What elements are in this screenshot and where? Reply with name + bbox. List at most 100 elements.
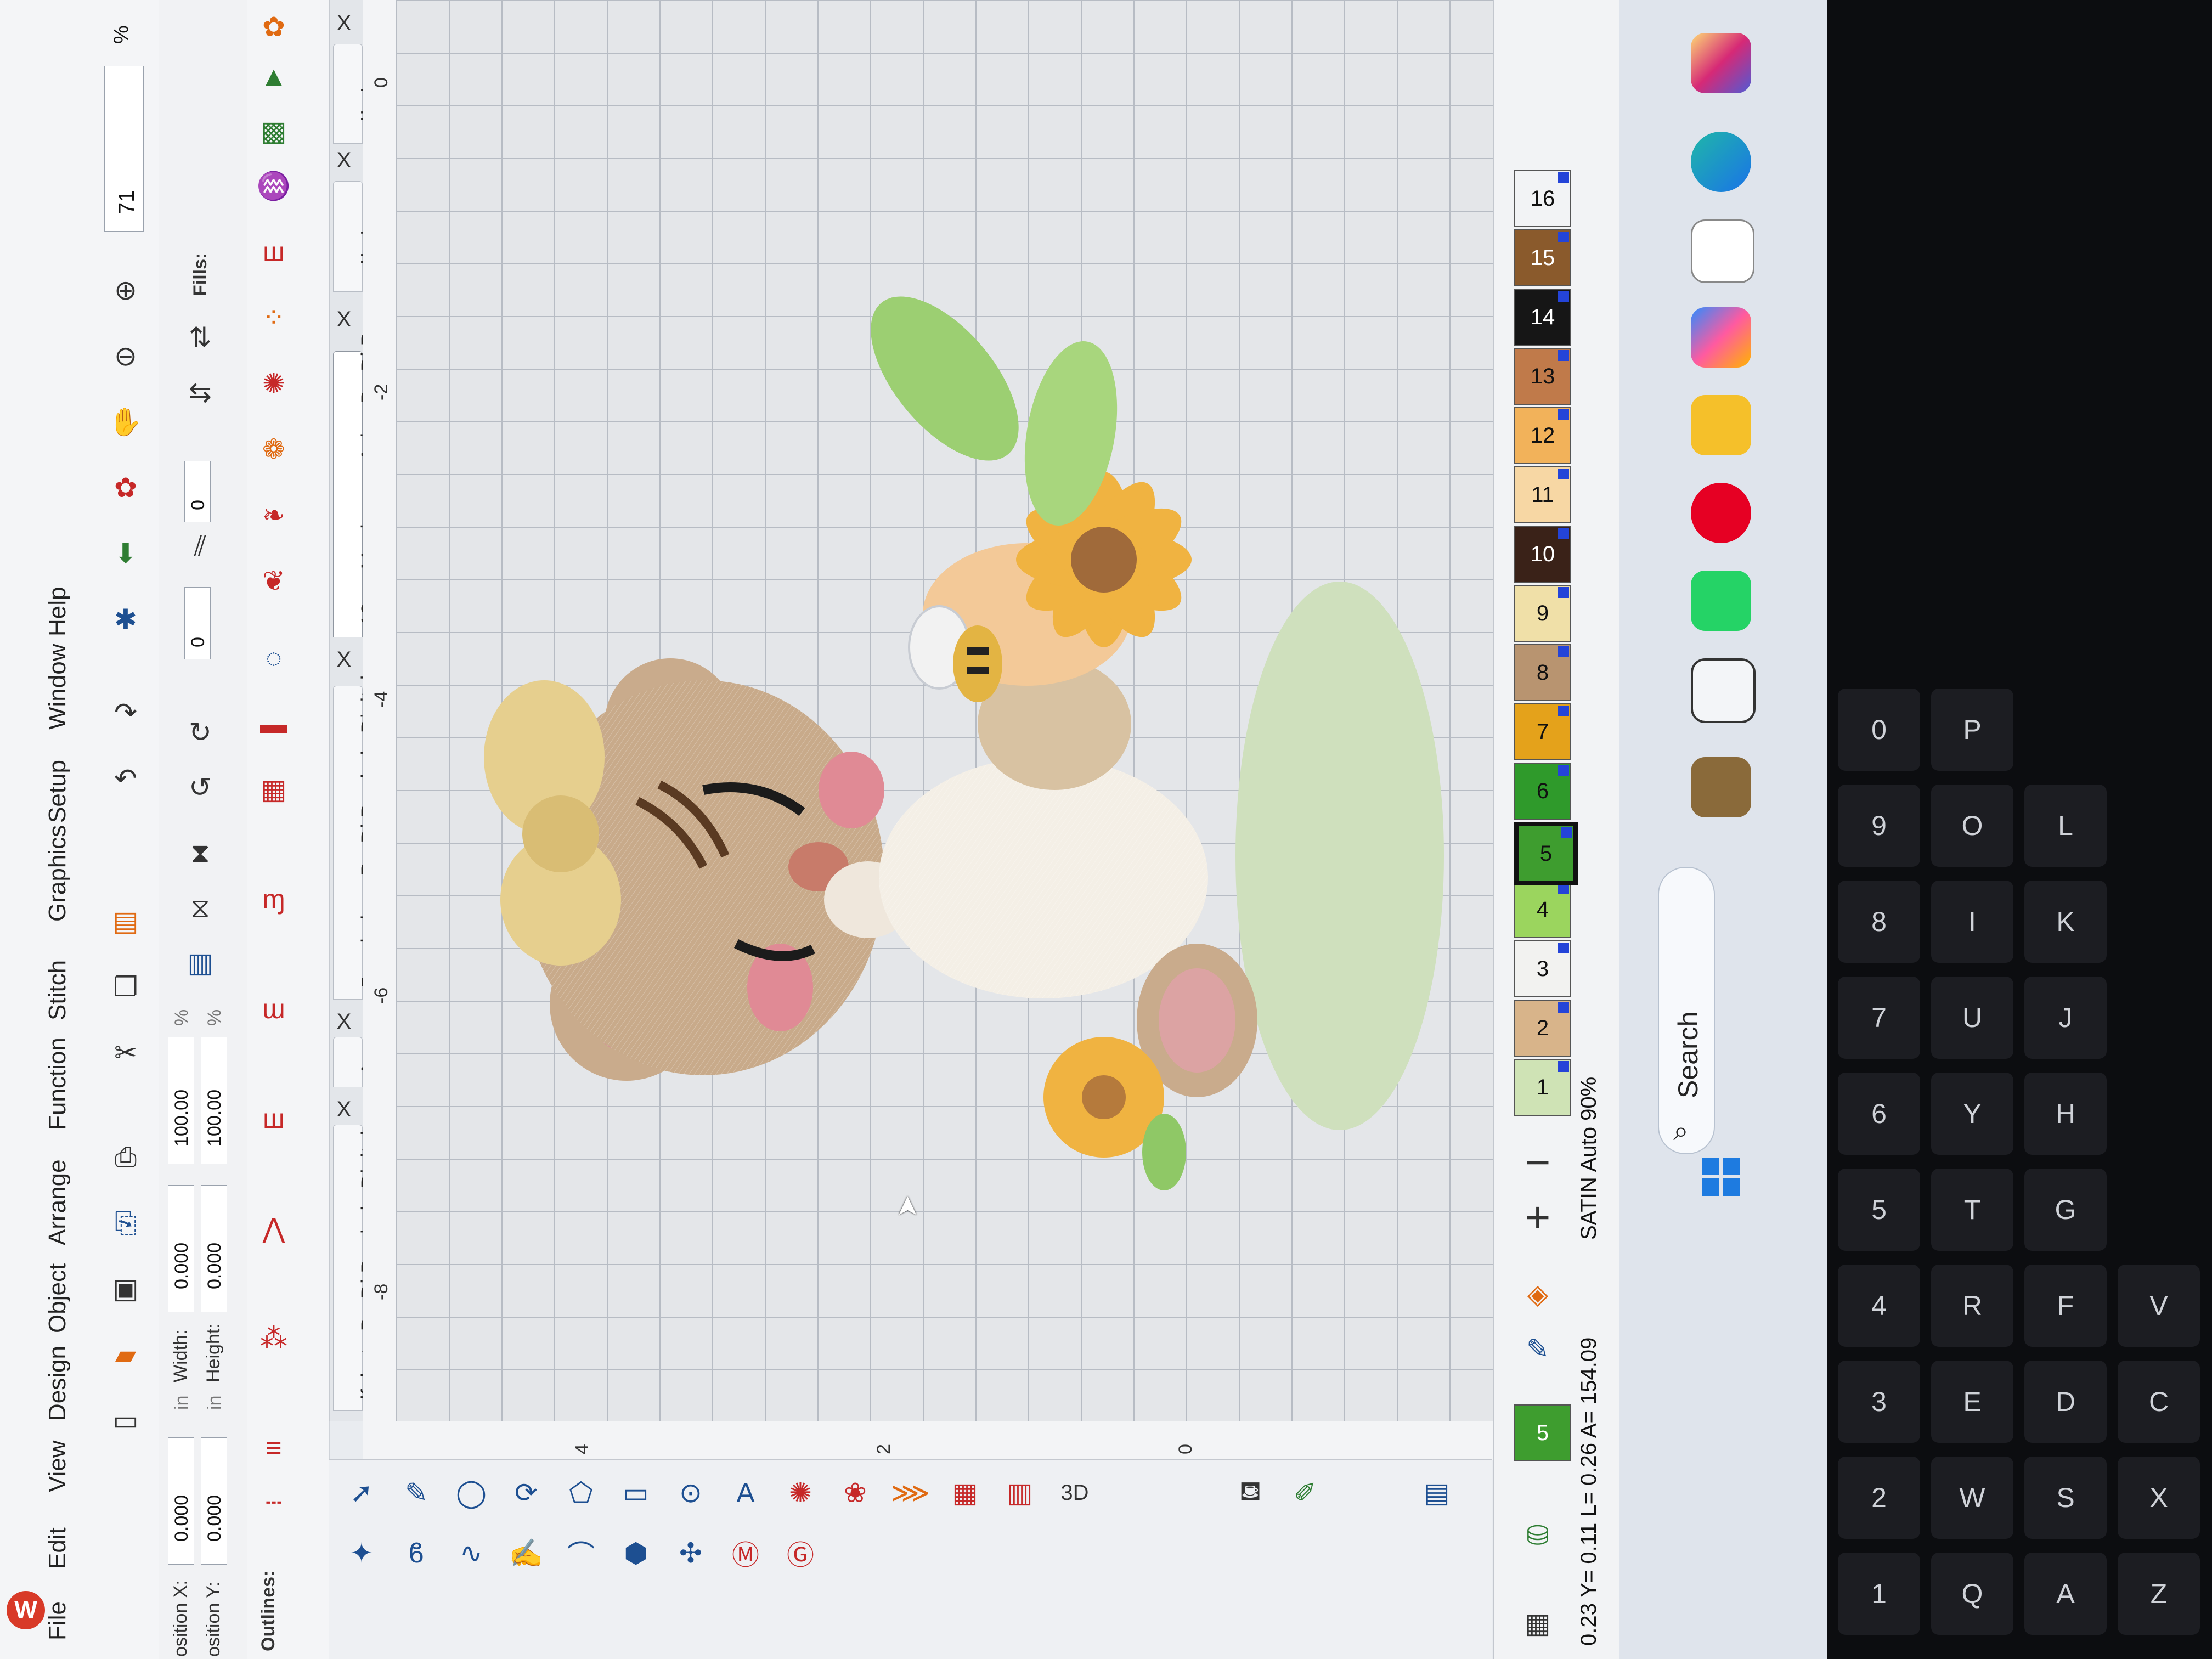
fill-stippling-icon[interactable]: ⁘ <box>252 296 295 339</box>
satin-column-tool-icon[interactable]: ⋙ <box>889 1471 932 1514</box>
outline-running-stitch-icon[interactable]: ┄ <box>252 1481 295 1524</box>
circle-tool-icon[interactable]: ◯ <box>450 1471 493 1514</box>
redo-icon[interactable]: ↷ <box>104 691 147 734</box>
undo-icon[interactable]: ↶ <box>104 757 147 800</box>
edge-icon[interactable] <box>1691 132 1751 192</box>
magic-wand-icon[interactable]: ✦ <box>340 1532 383 1575</box>
outline-zigzag-icon[interactable]: ⋀ <box>252 1207 295 1250</box>
palette-grid-icon[interactable]: ▦ <box>1516 1602 1559 1645</box>
color-swatch-3[interactable]: 3 <box>1514 940 1571 997</box>
outline-curve-icon[interactable]: ◌ <box>252 636 295 679</box>
tab-close-icon[interactable]: X <box>333 1009 355 1034</box>
fill-cross-hatch-icon[interactable]: ш <box>252 230 295 273</box>
color-swatch-4[interactable]: 4 <box>1514 881 1571 938</box>
menu-file[interactable]: File <box>44 1601 71 1640</box>
mirror-horizontal-icon[interactable]: ⧖ <box>181 889 219 927</box>
outline-triple-stitch-icon[interactable]: ≡ <box>252 1426 295 1469</box>
cut-icon[interactable]: ✂ <box>104 1031 147 1074</box>
tab-close-icon[interactable]: X <box>333 1097 355 1122</box>
menu-setup[interactable]: Setup <box>44 760 71 823</box>
export-icon[interactable]: ⎘ <box>104 1201 147 1244</box>
polygon-tool-icon[interactable]: ⬠ <box>560 1471 602 1514</box>
copy-icon[interactable]: ❐ <box>104 966 147 1008</box>
eyedropper-color-icon[interactable]: ✎ <box>1516 1328 1559 1370</box>
paint-bucket-icon[interactable]: ⛾ <box>1229 1471 1272 1514</box>
select-tool-icon[interactable]: ➚ <box>340 1471 383 1514</box>
outline-satin-icon[interactable]: ⁂ <box>252 1317 295 1359</box>
current-color-swatch[interactable]: 5 <box>1514 1404 1571 1462</box>
outline-motif-icon[interactable]: ɱ <box>252 878 295 921</box>
color-swatch-6[interactable]: 6 <box>1514 763 1571 820</box>
align-icon[interactable]: ⇆ <box>181 373 219 411</box>
menu-object[interactable]: Object <box>44 1263 71 1333</box>
eyedropper-icon[interactable]: ✐ <box>1284 1471 1327 1514</box>
menu-design[interactable]: Design <box>44 1346 71 1421</box>
new-file-icon[interactable]: ▭ <box>104 1399 147 1442</box>
appliqué-tool-icon[interactable]: ▦ <box>944 1471 986 1514</box>
color-swatch-15[interactable]: 15 <box>1514 229 1571 286</box>
rotate-right-icon[interactable]: ↻ <box>181 713 219 752</box>
tab-close-icon[interactable]: X <box>333 647 355 672</box>
outline-bean-icon[interactable]: ▬ <box>252 702 295 745</box>
tab-5cm-baloes[interactable]: 5cm baloes BorDi Bordado Digital... <box>333 658 381 1000</box>
zoom-out-icon[interactable]: ⊖ <box>104 335 147 377</box>
color-swatch-9[interactable]: 9 <box>1514 585 1571 642</box>
monogram-icon[interactable]: Ⓜ <box>724 1532 767 1575</box>
spiral-tool-icon[interactable]: ⟳ <box>505 1471 548 1514</box>
color-swatch-8[interactable]: 8 <box>1514 644 1571 701</box>
leaves[interactable] <box>843 271 1130 533</box>
lock-proportions-icon[interactable]: ▥ <box>181 944 219 982</box>
color-wheel-icon[interactable]: ✿ <box>104 466 147 509</box>
stitch-player-icon[interactable]: ✱ <box>104 598 147 641</box>
pattern-fill-tool-icon[interactable]: ✺ <box>779 1471 822 1514</box>
node-edit-icon[interactable]: ✎ <box>395 1471 438 1514</box>
tab-a[interactable]: A <box>333 1037 381 1087</box>
copilot-icon[interactable] <box>1691 307 1751 368</box>
color-swatch-2[interactable]: 2 <box>1514 1000 1571 1057</box>
color-swatch-1[interactable]: 1 <box>1514 1059 1571 1116</box>
crosshatch-tool-icon[interactable]: ▥ <box>998 1471 1041 1514</box>
text-tool-icon[interactable]: A <box>724 1471 767 1514</box>
color-swatch-12[interactable]: 12 <box>1514 407 1571 464</box>
menu-view[interactable]: View <box>44 1440 71 1492</box>
import-icon[interactable]: ⬇ <box>104 532 147 575</box>
fill-flower-icon[interactable]: ✿ <box>252 5 295 48</box>
fill-pattern-icon[interactable]: ♒ <box>252 165 295 207</box>
mirror-vertical-icon[interactable]: ⧗ <box>181 834 219 872</box>
outline-e-stitch-icon[interactable]: ɯ <box>252 988 295 1030</box>
color-swatch-13[interactable]: 13 <box>1514 348 1571 405</box>
color-swatch-7[interactable]: 7 <box>1514 703 1571 760</box>
menu-stitch[interactable]: Stitch <box>44 960 71 1020</box>
taskbar-search[interactable]: ⌕ Search <box>1658 867 1715 1154</box>
distribute-icon[interactable]: ⇅ <box>181 318 219 357</box>
grass-shape[interactable] <box>1235 582 1444 1130</box>
rotate-left-icon[interactable]: ↺ <box>181 768 219 806</box>
microsoft-store-icon[interactable] <box>1691 219 1754 283</box>
menu-function[interactable]: Function <box>44 1037 71 1130</box>
menu-arrange[interactable]: Arrange <box>44 1159 71 1245</box>
tab-close-icon[interactable]: X <box>333 11 355 36</box>
freehand-tool-icon[interactable]: ✍ <box>505 1532 548 1575</box>
fill-tatami-icon[interactable]: ❧ <box>252 494 295 537</box>
explorer-app-icon[interactable] <box>1691 757 1751 817</box>
ellipse-tool-icon[interactable]: ⊙ <box>669 1471 712 1514</box>
bezier-tool-icon[interactable]: ∿ <box>450 1532 493 1575</box>
whatsapp-icon[interactable] <box>1691 571 1751 631</box>
zoom-field[interactable]: 71 <box>104 66 144 232</box>
tab-alfabeto[interactable]: lfabeto BorDi Bordado Digital... <box>333 1113 381 1411</box>
rectangle-tool-icon[interactable]: ▭ <box>614 1471 657 1514</box>
tab-arabic-2[interactable]: ابطار <box>333 44 382 144</box>
embroidery-design[interactable] <box>396 0 1493 1421</box>
tab-12cm-menino[interactable]: 12cm Menino em Aviao BorDi Bor... <box>333 297 381 637</box>
tab-close-icon[interactable]: X <box>333 307 355 332</box>
thread-spool-icon[interactable]: ⛁ <box>1516 1514 1559 1557</box>
task-view-icon[interactable] <box>1691 658 1756 723</box>
hand-tool-icon[interactable]: ✋ <box>104 400 147 443</box>
fill-feather-icon[interactable]: ✺ <box>252 362 295 405</box>
fill-satin-icon[interactable]: ❦ <box>252 560 295 602</box>
pinterest-icon[interactable] <box>1691 483 1751 543</box>
menu-edit[interactable]: Edit <box>44 1527 71 1569</box>
add-color-button[interactable]: + <box>1516 1193 1559 1242</box>
color-swatch-14[interactable]: 14 <box>1514 289 1571 346</box>
slant-icon[interactable]: ⫽ <box>181 527 219 565</box>
